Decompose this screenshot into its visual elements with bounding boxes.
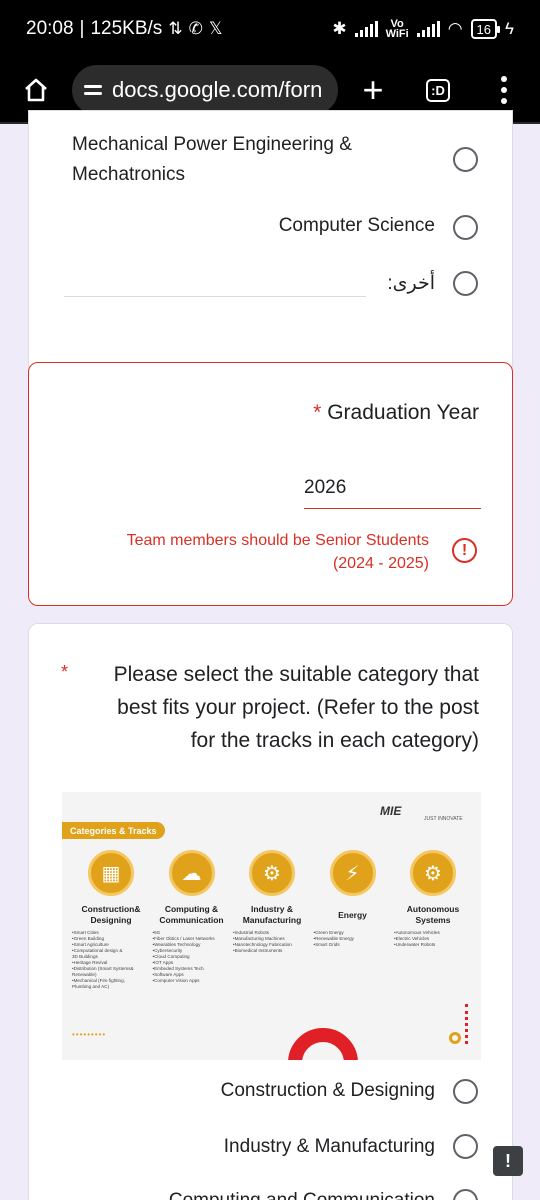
category-column-industry: ⚙ Industry & Manufacturing •Industrial Robo… [233,850,311,990]
computing-track-list: •5G •Fiber Obtics / Laser Networks •Wearab… [153,930,231,984]
construction-category-icon: ▦ [88,850,134,896]
wifi-icon: ◠ [447,19,463,38]
clock: 20:08 [26,18,74,39]
track-item: •Underwater Robots [394,942,436,947]
bluetooth-icon: ✱ [332,19,347,38]
industry-track-list: •Industrial Robots •Manufacturing Machine… [233,930,311,954]
charging-icon: ϟ [505,19,514,38]
autonomous-category-name: Autonomous Systems [406,904,460,925]
new-tab-button[interactable]: + [338,69,408,111]
category-column-energy: ⚡ Energy •Green Energy •Renewable Energy •Sm… [314,850,392,990]
department-question-card: Mechanical Power Engineering & Mechatron… [28,110,513,374]
autonomous-category-icon: ⚙ [410,850,456,896]
question-title: * Graduation Year [313,401,479,424]
option-label-mechanical: Mechanical Power Engineering & Mechatron… [72,134,352,185]
mie-logo: MIE [380,804,402,818]
categories-tracks-image: Categories & Tracks MIE JUST INNOVATE ▦ C… [62,792,481,1060]
url-text: docs.google.com/forn [112,77,323,102]
option-label-other: أخرى: [387,273,435,294]
category-question-card: * Please select the suitable category th… [28,623,513,1200]
network-speed: 125KB/s [90,18,163,39]
industry-category-icon: ⚙ [249,850,295,896]
status-bar: 20:08 | 125KB/s ⇅ ✆ 𝕏 ✱ Vo WiFi ◠ 16 ϟ [0,0,540,58]
option-label-computer-science: Computer Science [278,215,435,236]
category-column-construction: ▦ Construction& Designing •Smart Cities •Gre… [72,850,150,990]
option-label-construction: Construction & Designing [220,1080,435,1101]
energy-category-icon: ⚡ [329,850,376,896]
x-app-icon: 𝕏 [208,19,223,38]
question-title: Please select the suitable category that… [113,663,479,752]
feedback-icon: ! [505,1150,511,1171]
graduation-year-input[interactable]: 2026 [304,477,481,509]
feedback-button[interactable]: ! [493,1146,523,1176]
graduation-question-card: * Graduation Year 2026 Team members shou… [28,362,513,606]
industry-category-name: Industry & Manufacturing [242,904,302,925]
energy-track-list: •Green Energy •Renewable Energy •Smart Gri… [314,930,392,948]
radio-mechanical[interactable] [453,147,478,172]
construction-track-list: •Smart Cities •Green Building •Smart Agric… [72,930,150,990]
signal-icon [354,21,378,37]
home-icon [25,78,47,102]
category-columns: ▦ Construction& Designing •Smart Cities •Gre… [72,850,472,990]
signal-activity-icon: ⇅ [168,19,183,38]
radio-computer-science[interactable] [453,215,478,240]
radio-other[interactable] [453,271,478,296]
energy-category-name: Energy [338,909,367,920]
option-label-computing: Computing and Communication [169,1190,435,1200]
required-mark: * [61,662,69,682]
vowifi-indicator: Vo WiFi [385,18,409,40]
track-item: Plumbing and AC) [72,984,110,989]
red-arc-decoration [288,1028,358,1060]
track-item: •Biomedical Instruments [233,948,283,953]
error-icon: ! [452,538,477,563]
url-bar[interactable]: docs.google.com/forn [72,65,338,115]
browser-menu-button[interactable] [468,76,540,104]
banner-label: Categories & Tracks [62,822,165,839]
signal-icon-2 [416,21,440,37]
whatsapp-icon: ✆ [188,19,203,38]
construction-category-name: Construction& Designing [81,904,141,925]
battery-icon: 16 [470,19,501,39]
computing-category-icon: ☁ [168,850,215,896]
circle-decoration [449,1032,461,1044]
tab-switcher-button[interactable]: :D [408,78,468,102]
logo-tagline: JUST INNOVATE [424,816,463,822]
radio-computing[interactable] [453,1189,478,1200]
option-label-industry: Industry & Manufacturing [223,1136,435,1157]
dots-decoration: ••••••••• [72,1030,107,1039]
track-item: •Computer Vision Apps [152,978,200,983]
category-column-computing: ☁ Computing & Communication •5G •Fiber Obtic… [153,850,231,990]
track-item: •Smart Grids [313,942,340,947]
autonomous-track-list: •Autonomous Vehicles •Electric Vehicles •U… [394,930,472,948]
validation-error-message: Team members should be Senior Students (… [126,532,429,572]
other-text-field[interactable] [64,296,366,297]
category-column-autonomous: ⚙ Autonomous Systems •Autonomous Vehicles •E… [394,850,472,990]
radio-industry[interactable] [453,1134,478,1159]
radio-construction[interactable] [453,1079,478,1104]
computing-category-name: Computing & Communication [159,904,224,925]
site-settings-icon[interactable] [84,85,102,95]
dotted-line-decoration [465,1004,468,1044]
